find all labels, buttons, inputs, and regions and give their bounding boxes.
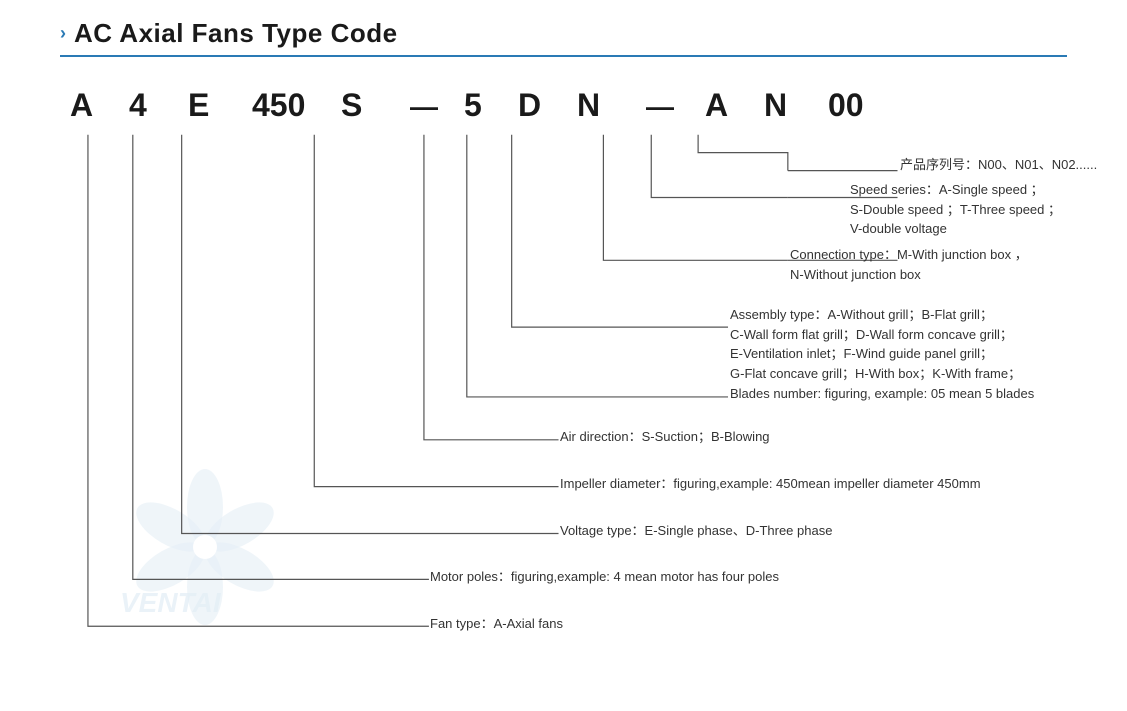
code-dash1: — — [410, 91, 450, 123]
code-00: 00 — [828, 87, 888, 124]
code-dash2: — — [646, 91, 691, 123]
svg-text:VENTAI: VENTAI — [120, 587, 222, 618]
diagram-area: VENTAI A 4 E 450 S — 5 D N — A N 00 — [70, 87, 1067, 657]
desc-voltage-type: Voltage type：E-Single phase、D-Three phas… — [560, 521, 832, 541]
code-D: D — [518, 87, 563, 124]
code-4: 4 — [129, 87, 174, 124]
code-450: 450 — [252, 87, 327, 124]
desc-air-direction: Air direction：S-Suction；B-Blowing — [560, 427, 770, 447]
code-S: S — [341, 87, 396, 124]
code-N: N — [577, 87, 632, 124]
code-E: E — [188, 87, 238, 124]
desc-fan-type: Fan type：A-Axial fans — [430, 614, 563, 634]
code-5: 5 — [464, 87, 504, 124]
title-chevron: › — [60, 23, 66, 44]
code-A: A — [70, 87, 115, 124]
title-divider — [60, 55, 1067, 57]
desc-blades-number: Blades number: figuring, example: 05 mea… — [730, 384, 1034, 404]
code-N2: N — [764, 87, 814, 124]
desc-connection-type: Connection type：M-With junction box ， N-… — [790, 245, 1090, 284]
code-A2: A — [705, 87, 750, 124]
desc-speed-series: Speed series：A-Single speed ； S-Double s… — [850, 180, 1127, 239]
desc-motor-poles: Motor poles：figuring,example: 4 mean mot… — [430, 567, 779, 587]
page-title: AC Axial Fans Type Code — [74, 18, 398, 49]
watermark-logo: VENTAI — [120, 457, 340, 642]
desc-impeller-diameter: Impeller diameter：figuring,example: 450m… — [560, 474, 981, 494]
desc-assembly-type: Assembly type：A-Without grill；B-Flat gri… — [730, 305, 1100, 383]
title-section: › AC Axial Fans Type Code — [60, 18, 1067, 49]
desc-product-series: 产品序列号：N00、N01、N02...... — [900, 155, 1097, 175]
